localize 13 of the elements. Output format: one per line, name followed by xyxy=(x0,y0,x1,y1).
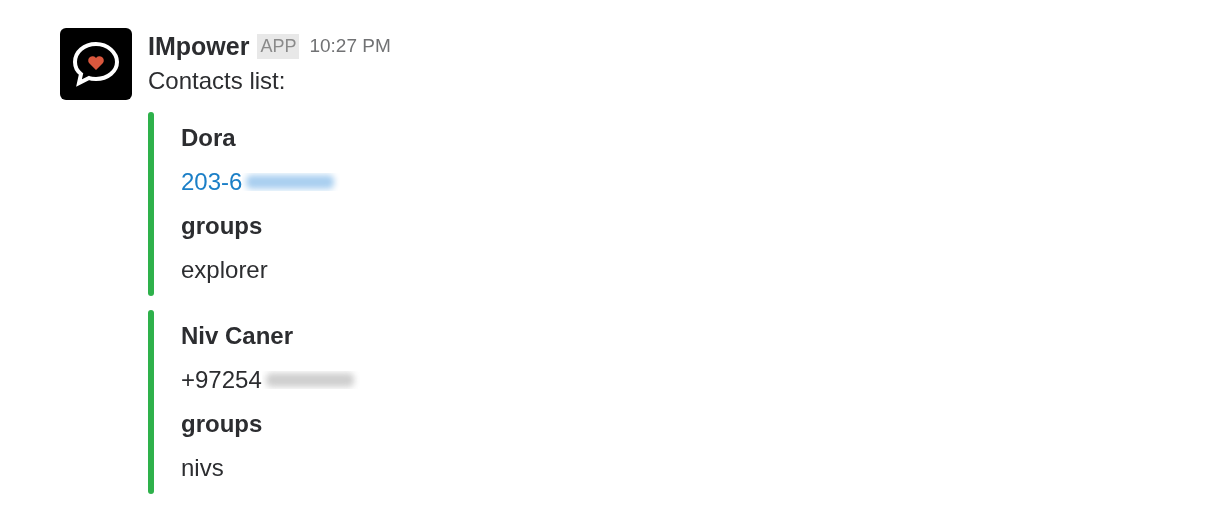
app-badge: APP xyxy=(257,33,300,59)
sender-name[interactable]: IMpower xyxy=(148,31,250,61)
contact-name: Niv Caner xyxy=(181,322,294,350)
message-text: Contacts list: xyxy=(148,66,287,96)
field-value: +97254 xyxy=(181,366,262,394)
field-label: groups xyxy=(181,212,263,240)
field-value: explorer xyxy=(181,256,268,284)
contact-name: Dora xyxy=(181,124,236,152)
timestamp[interactable]: 10:27 PM xyxy=(309,35,391,57)
app-avatar-icon xyxy=(60,28,132,100)
field-value: nivs xyxy=(181,454,224,482)
phone-link[interactable]: 203-6 xyxy=(181,168,243,196)
field-label: groups xyxy=(181,410,263,438)
